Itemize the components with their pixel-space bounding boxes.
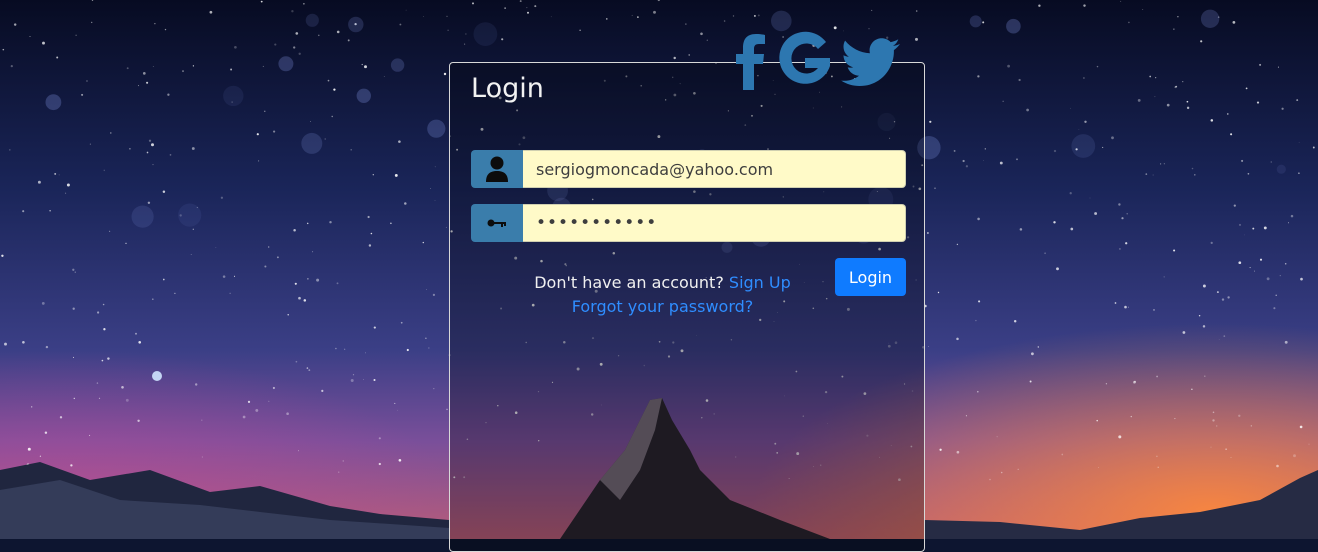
password-input-group xyxy=(471,204,906,242)
key-icon xyxy=(471,204,523,242)
social-login-icons xyxy=(734,30,900,92)
account-links: Don't have an account? Sign Up Forgot yo… xyxy=(450,271,875,319)
signup-prompt: Don't have an account? xyxy=(534,273,724,292)
email-input-group xyxy=(471,150,906,188)
facebook-icon[interactable] xyxy=(734,30,768,92)
forgot-password-link[interactable]: Forgot your password? xyxy=(572,297,754,316)
user-icon xyxy=(471,150,523,188)
google-icon[interactable] xyxy=(774,30,834,92)
signup-line: Don't have an account? Sign Up xyxy=(450,271,875,295)
twitter-icon[interactable] xyxy=(840,30,900,92)
signup-link[interactable]: Sign Up xyxy=(729,273,791,292)
login-title: Login xyxy=(471,73,544,104)
forgot-line: Forgot your password? xyxy=(450,295,875,319)
password-field[interactable] xyxy=(523,204,906,242)
login-card: Login Login Don't have an account? Sign … xyxy=(449,31,925,552)
email-field[interactable] xyxy=(523,150,906,188)
